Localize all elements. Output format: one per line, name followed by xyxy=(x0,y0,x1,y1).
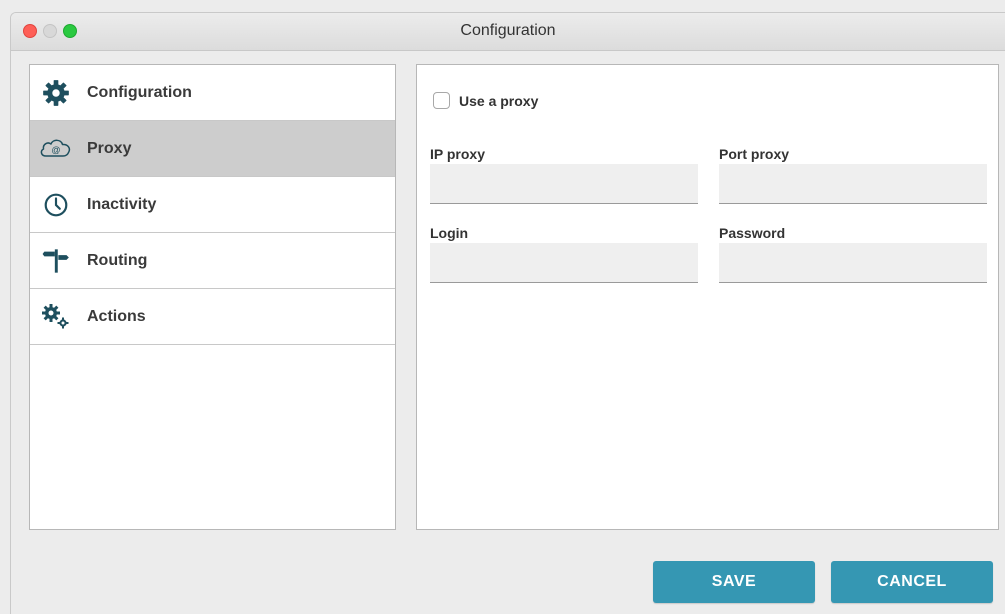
port-proxy-label: Port proxy xyxy=(719,146,790,162)
cancel-button[interactable]: CANCEL xyxy=(831,561,993,603)
sidebar-item-proxy[interactable]: @ Proxy xyxy=(30,121,395,177)
ip-proxy-input[interactable] xyxy=(430,164,698,204)
sidebar-item-label: Routing xyxy=(87,251,148,269)
sidebar: Configuration @ Proxy Inactivity Routing… xyxy=(29,64,396,530)
login-label: Login xyxy=(430,225,469,241)
signpost-icon xyxy=(39,244,73,278)
sidebar-item-inactivity[interactable]: Inactivity xyxy=(30,177,395,233)
password-field-group: Password xyxy=(719,225,987,283)
sidebar-item-label: Configuration xyxy=(87,83,192,101)
proxy-settings-panel: Use a proxy IP proxy Port proxy Login Pa… xyxy=(416,64,999,530)
sidebar-item-label: Proxy xyxy=(87,139,132,157)
gear-icon xyxy=(39,76,73,110)
title-bar: Configuration xyxy=(11,13,1005,51)
clock-icon xyxy=(39,188,73,222)
sidebar-item-actions[interactable]: Actions xyxy=(30,289,395,345)
gears-icon xyxy=(39,300,73,334)
sidebar-item-routing[interactable]: Routing xyxy=(30,233,395,289)
window-title: Configuration xyxy=(460,22,556,39)
svg-text:@: @ xyxy=(51,145,60,155)
password-input[interactable] xyxy=(719,243,987,283)
use-proxy-label: Use a proxy xyxy=(459,92,539,109)
ip-proxy-label: IP proxy xyxy=(430,146,485,162)
login-input[interactable] xyxy=(430,243,698,283)
use-proxy-checkbox[interactable] xyxy=(433,92,450,109)
ip-proxy-field-group: IP proxy xyxy=(430,146,698,204)
configuration-window: Configuration Configuration @ Proxy Inac… xyxy=(10,12,1005,614)
port-proxy-field-group: Port proxy xyxy=(719,146,987,204)
save-button[interactable]: SAVE xyxy=(653,561,815,603)
sidebar-item-label: Actions xyxy=(87,307,146,325)
sidebar-item-label: Inactivity xyxy=(87,195,157,213)
sidebar-item-configuration[interactable]: Configuration xyxy=(30,65,395,121)
password-label: Password xyxy=(719,225,786,241)
port-proxy-input[interactable] xyxy=(719,164,987,204)
use-proxy-row[interactable]: Use a proxy xyxy=(433,92,538,109)
cloud-at-icon: @ xyxy=(39,132,73,166)
login-field-group: Login xyxy=(430,225,698,283)
